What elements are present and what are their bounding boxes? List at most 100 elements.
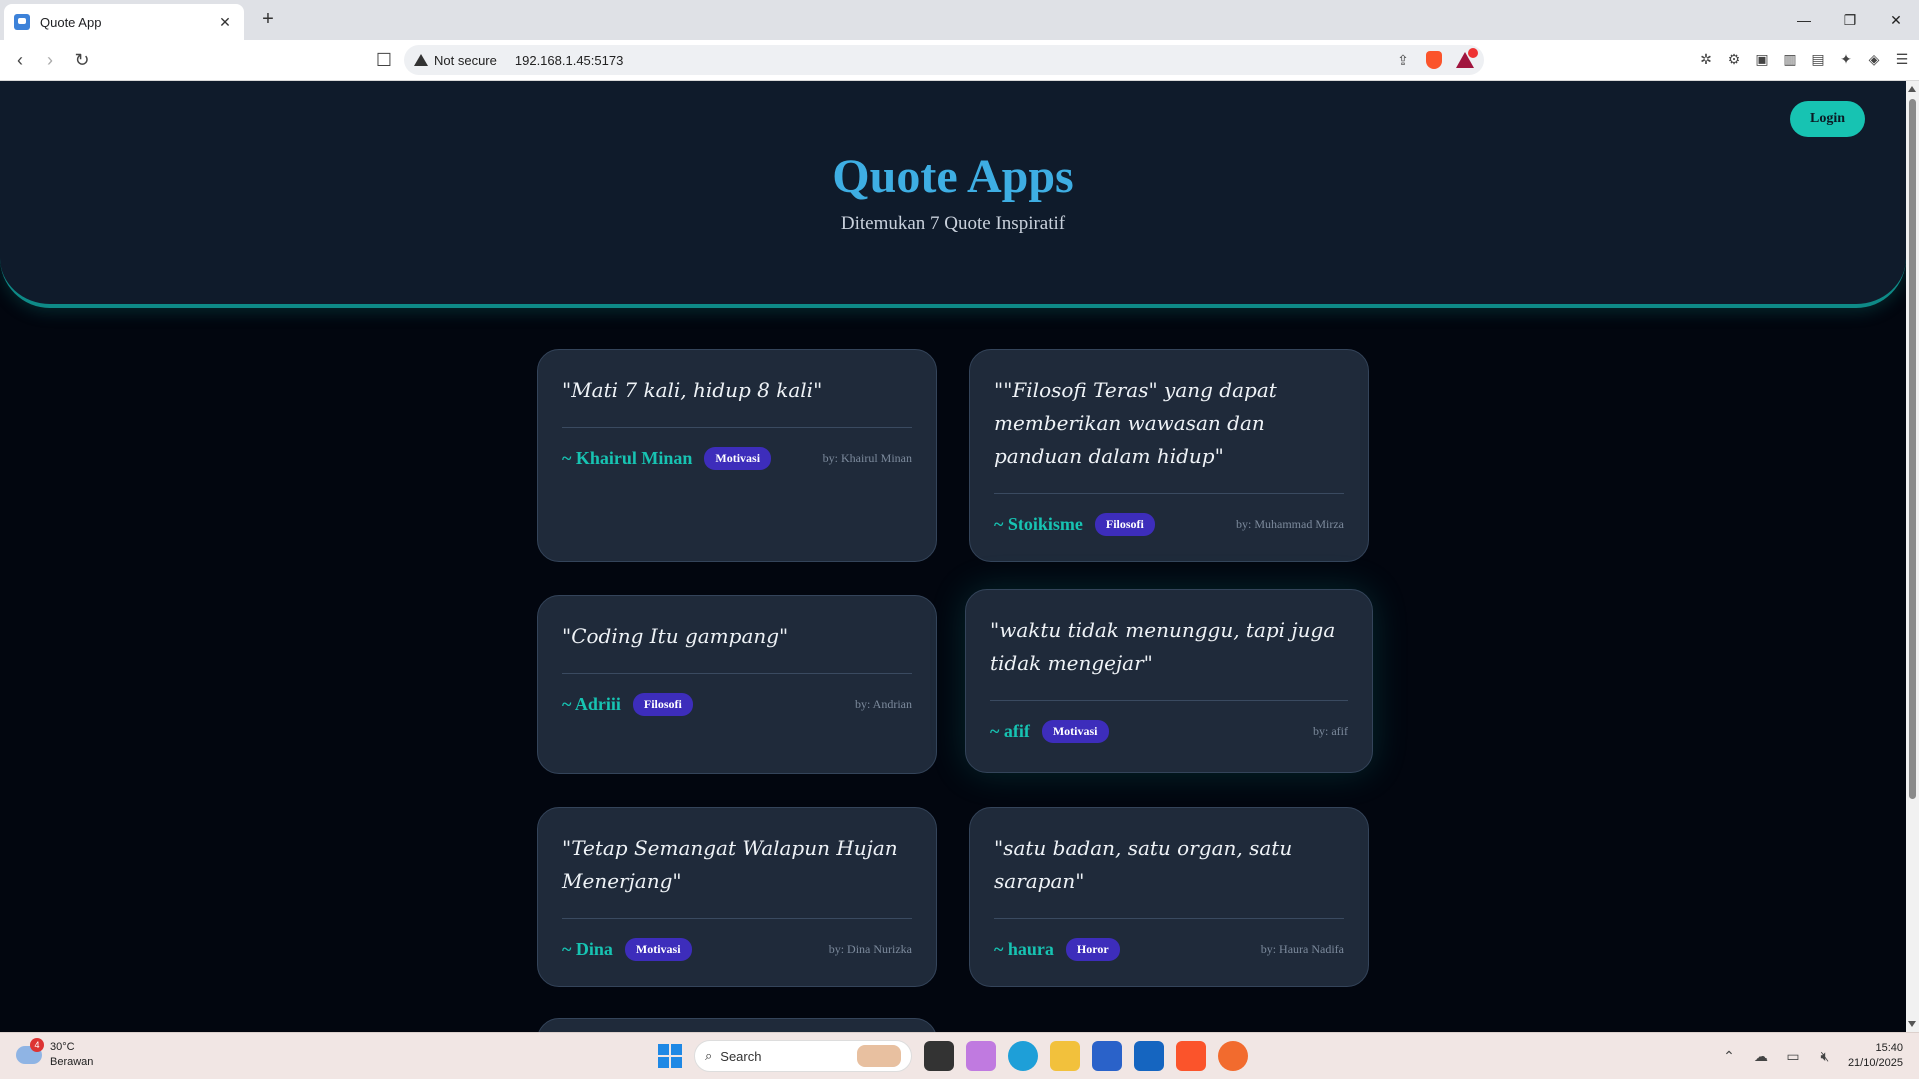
quote-text: ""Filosofi Teras" yang dapat memberikan … <box>994 374 1344 494</box>
tab-title: Quote App <box>40 14 102 30</box>
bug-extension-icon[interactable]: ✲ <box>1697 50 1715 68</box>
temperature: 30°C <box>50 1041 75 1053</box>
quote-text: "waktu tidak menunggu, tapi juga tidak m… <box>990 614 1348 701</box>
weather-condition: Berawan <box>50 1056 94 1068</box>
browser-toolbar: ‹ › ↻ ☐ Not secure 192.168.1.45:5173 ⇪ ✲… <box>0 40 1919 81</box>
system-tray: ⌃ ☁ ▭ 🔇︎ 15:40 21/10/2025 <box>1720 1041 1903 1071</box>
vpn-icon[interactable]: ◈ <box>1865 50 1883 68</box>
browser-tab[interactable]: Quote App ✕ <box>4 4 244 40</box>
quote-author: ~ Dina <box>562 938 613 959</box>
postman-icon[interactable] <box>1218 1041 1248 1071</box>
page-scrollbar[interactable] <box>1906 81 1919 1032</box>
login-button[interactable]: Login <box>1790 101 1865 137</box>
outlook-icon[interactable] <box>1134 1041 1164 1071</box>
scroll-thumb[interactable] <box>1909 99 1916 799</box>
quote-author: ~ afif <box>990 720 1030 741</box>
category-tag: Horor <box>1065 937 1120 961</box>
toolbar-extensions: ✲ ⚙ ▣ ▥ ▤ ✦ ◈ ☰ <box>1697 50 1911 68</box>
address-bar[interactable]: Not secure 192.168.1.45:5173 ⇪ <box>404 45 1484 75</box>
quote-author: ~ haura <box>994 938 1054 959</box>
quote-author: ~ Khairul Minan <box>562 447 693 468</box>
taskbar-apps: ⌕ Search <box>658 1040 1248 1072</box>
weather-widget[interactable]: 4 30°C Berawan <box>16 1038 94 1070</box>
posted-by: by: Haura Nadifa <box>1260 941 1344 956</box>
reload-icon[interactable]: ↻ <box>70 48 94 72</box>
category-tag: Filosofi <box>632 692 693 716</box>
date: 21/10/2025 <box>1847 1057 1903 1069</box>
quote-card-partial <box>537 1018 937 1032</box>
back-icon[interactable]: ‹ <box>8 48 32 72</box>
search-icon: ⌕ <box>705 1048 713 1063</box>
tab-close-icon[interactable]: ✕ <box>216 14 234 31</box>
quote-card: "Coding Itu gampang" ~ Adriii Filosofi b… <box>537 595 937 774</box>
chevron-up-icon[interactable]: ⌃ <box>1720 1047 1738 1065</box>
extensions-icon[interactable]: ⚙ <box>1725 50 1743 68</box>
onedrive-icon[interactable]: ☁ <box>1752 1047 1770 1065</box>
browser-tabbar: Quote App ✕ + — ❐ ✕ <box>0 0 1919 40</box>
wallet-icon[interactable]: ▤ <box>1809 50 1827 68</box>
windows-taskbar: 4 30°C Berawan ⌕ Search ⌃ ☁ ▭ 🔇︎ 15:40 2… <box>0 1032 1919 1079</box>
forward-icon[interactable]: › <box>38 48 62 72</box>
quote-text: "Coding Itu gampang" <box>562 620 912 674</box>
copilot-icon[interactable] <box>966 1041 996 1071</box>
window-controls: — ❐ ✕ <box>1781 0 1919 40</box>
task-view-icon[interactable] <box>924 1041 954 1071</box>
page-title: Quote Apps <box>832 150 1074 203</box>
media-icon[interactable]: ▣ <box>1753 50 1771 68</box>
page-subtitle: Ditemukan 7 Quote Inspiratif <box>840 213 1066 234</box>
search-label: Search <box>720 1048 762 1064</box>
cloud-icon: 4 <box>16 1038 44 1064</box>
volume-muted-icon[interactable]: 🔇︎ <box>1816 1047 1834 1065</box>
rewards-badge <box>1468 48 1478 58</box>
edge-icon[interactable] <box>1008 1041 1038 1071</box>
tab-favicon-icon <box>14 14 30 30</box>
clock[interactable]: 15:40 21/10/2025 <box>1848 1041 1903 1071</box>
quote-card: ""Filosofi Teras" yang dapat memberikan … <box>969 349 1369 562</box>
security-label[interactable]: Not secure <box>434 53 497 68</box>
network-icon[interactable]: ▭ <box>1784 1047 1802 1065</box>
leo-ai-icon[interactable]: ✦ <box>1837 50 1855 68</box>
url-text[interactable]: 192.168.1.45:5173 <box>515 53 1394 68</box>
file-explorer-icon[interactable] <box>1050 1041 1080 1071</box>
scroll-up-icon[interactable] <box>1908 86 1916 92</box>
weather-badge: 4 <box>30 1038 44 1052</box>
share-icon[interactable]: ⇪ <box>1394 51 1412 69</box>
restore-icon[interactable]: ❐ <box>1827 0 1873 40</box>
posted-by: by: Andrian <box>855 696 912 711</box>
search-highlight-image <box>857 1045 901 1067</box>
new-tab-button[interactable]: + <box>256 8 280 30</box>
warning-icon[interactable] <box>414 54 428 66</box>
scroll-down-icon[interactable] <box>1908 1021 1916 1027</box>
category-tag: Filosofi <box>1094 512 1155 536</box>
menu-icon[interactable]: ☰ <box>1893 50 1911 68</box>
quote-text: "Mati 7 kali, hidup 8 kali" <box>562 374 912 428</box>
posted-by: by: Muhammad Mirza <box>1236 516 1344 531</box>
posted-by: by: Dina Nurizka <box>828 941 912 956</box>
quote-card: "Tetap Semangat Walapun Hujan Menerjang"… <box>537 807 937 987</box>
quote-text: "Tetap Semangat Walapun Hujan Menerjang" <box>562 832 912 919</box>
close-window-icon[interactable]: ✕ <box>1873 0 1919 40</box>
hero-header: Login Quote Apps Ditemukan 7 Quote Inspi… <box>0 81 1906 308</box>
sidebar-icon[interactable]: ▥ <box>1781 50 1799 68</box>
category-tag: Motivasi <box>624 937 692 961</box>
taskbar-search[interactable]: ⌕ Search <box>694 1040 912 1072</box>
quote-card: "satu badan, satu organ, satu sarapan" ~… <box>969 807 1369 987</box>
bookmark-icon[interactable]: ☐ <box>372 48 396 72</box>
posted-by: by: afif <box>1313 723 1348 738</box>
start-icon[interactable] <box>658 1044 682 1068</box>
quote-card: "Mati 7 kali, hidup 8 kali" ~ Khairul Mi… <box>537 349 937 562</box>
category-tag: Motivasi <box>1041 719 1109 743</box>
brave-browser-icon[interactable] <box>1176 1041 1206 1071</box>
minimize-icon[interactable]: — <box>1781 0 1827 40</box>
quote-card-hovered: "waktu tidak menunggu, tapi juga tidak m… <box>965 589 1373 773</box>
quote-author: ~ Stoikisme <box>994 513 1083 534</box>
category-tag: Motivasi <box>704 446 772 470</box>
brave-shields-icon[interactable] <box>1426 51 1442 69</box>
time: 15:40 <box>1875 1042 1903 1054</box>
store-icon[interactable] <box>1092 1041 1122 1071</box>
posted-by: by: Khairul Minan <box>822 450 912 465</box>
brave-rewards-icon[interactable] <box>1456 48 1478 68</box>
quote-author: ~ Adriii <box>562 693 621 714</box>
quote-text: "satu badan, satu organ, satu sarapan" <box>994 832 1344 919</box>
page-viewport: Login Quote Apps Ditemukan 7 Quote Inspi… <box>0 81 1906 1032</box>
